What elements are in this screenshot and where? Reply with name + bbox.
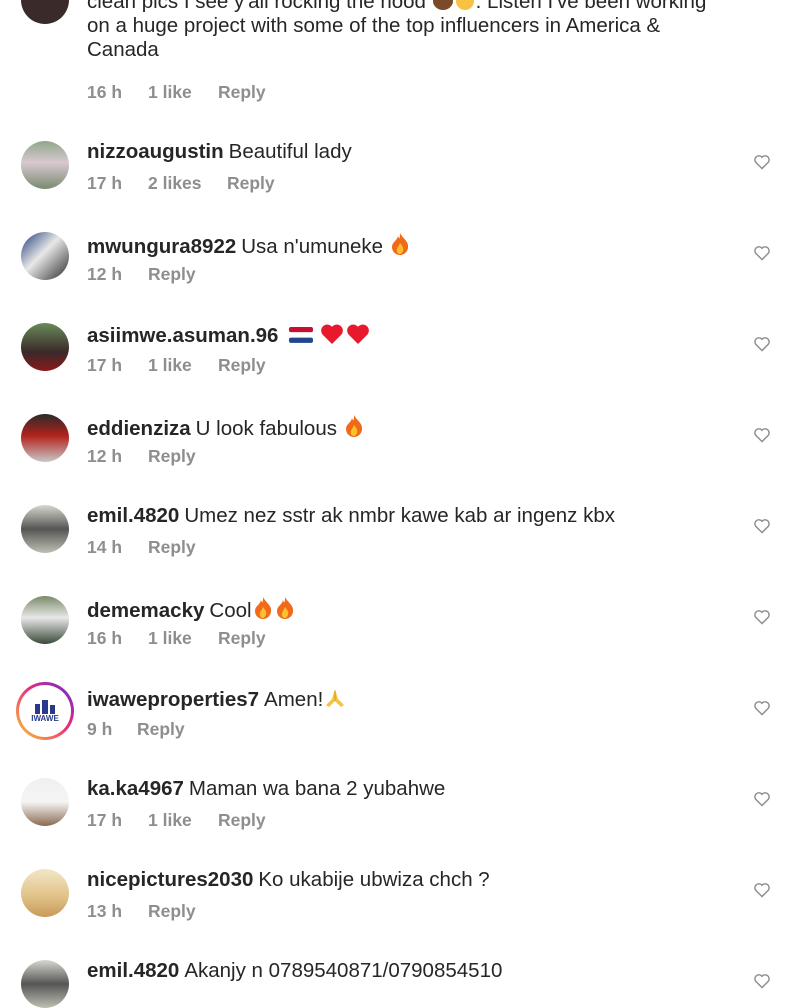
comment-text: Ko ukabije ubwiza chch ? [258,868,490,891]
avatar[interactable] [21,596,69,644]
comment-text-line1: clean pics I see y'all rocking the hood [87,0,426,13]
avatar-logo-text: IWAWE [31,713,59,723]
comment-username[interactable]: dememacky [87,599,204,622]
comment-text-line2: on a huge project with some of the top i… [87,14,661,37]
comment-time: 16 h [87,82,123,102]
netherlands-flag-icon [289,325,314,350]
avatar[interactable] [21,414,69,462]
comment-username[interactable]: emil.4820 [87,504,179,527]
comment-time: 14 h [87,537,123,557]
comment-time: 17 h [87,355,123,375]
avatar[interactable] [21,232,69,280]
comment-time: 9 h [87,719,113,739]
heart-icon[interactable] [753,973,771,989]
reply-button[interactable]: Reply [148,537,196,558]
avatar[interactable] [21,869,69,917]
comment-text: Umez nez sstr ak nmbr kawe kab ar ingenz… [184,504,615,527]
comment-username[interactable]: nicepictures2030 [87,868,253,891]
comment-time: 16 h [87,628,123,648]
avatar: IWAWE [19,685,71,737]
heart-icon[interactable] [753,700,771,716]
reply-button[interactable]: Reply [137,719,185,740]
reply-button[interactable]: Reply [218,355,266,376]
red-heart-icon [319,323,345,350]
comment-username[interactable]: nizzoaugustin [87,140,224,163]
fire-emoji-icon [389,232,411,261]
building-logo-icon [35,699,55,714]
comment-username[interactable]: eddienziza [87,417,191,440]
avatar-story-ring[interactable]: IWAWE [16,682,74,740]
comment-username[interactable]: asiimwe.asuman.96 [87,324,278,347]
comment-time: 13 h [87,901,123,921]
avatar[interactable] [21,778,69,826]
reply-button[interactable]: Reply [148,446,196,467]
comment-text: Beautiful lady [228,140,352,163]
heart-icon[interactable] [753,518,771,534]
reply-button[interactable]: Reply [218,810,266,831]
reply-button[interactable]: Reply [148,264,196,285]
heart-icon[interactable] [753,882,771,898]
comment-time: 12 h [87,446,123,466]
avatar[interactable] [21,505,69,553]
like-count[interactable]: 2 likes [148,173,202,194]
fire-emoji-icon [274,596,296,625]
like-count[interactable]: 1 like [148,628,192,649]
comment-text-line3: Canada [87,38,159,61]
comment-username[interactable]: iwaweproperties7 [87,688,259,711]
comment-text: Amen! [264,688,324,711]
heart-icon[interactable] [753,336,771,352]
reply-button[interactable]: Reply [227,173,275,194]
avatar[interactable] [21,0,69,24]
comment-time: 12 h [87,264,123,284]
comment-username[interactable]: mwungura8922 [87,235,236,258]
reply-button[interactable]: Reply [148,901,196,922]
comment-username[interactable]: emil.4820 [87,959,179,982]
heart-icon[interactable] [753,427,771,443]
comment-text: Usa n'umuneke [241,235,384,258]
reply-button[interactable]: Reply [218,628,266,649]
like-count[interactable]: 1 like [148,810,192,831]
avatar[interactable] [21,960,69,1008]
heart-icon[interactable] [753,791,771,807]
fire-emoji-icon [343,414,365,443]
heart-icon[interactable] [753,245,771,261]
like-count[interactable]: 1 like [148,355,192,376]
red-heart-icon [345,323,371,350]
heart-icon[interactable] [753,154,771,170]
like-count[interactable]: 1 like [148,82,192,103]
avatar[interactable] [21,141,69,189]
reply-button[interactable]: Reply [218,82,266,103]
fire-emoji-icon [252,596,274,625]
comment-time: 17 h [87,173,123,193]
heart-icon[interactable] [753,609,771,625]
comment-text: Maman wa bana 2 yubahwe [188,777,446,800]
avatar[interactable] [21,323,69,371]
comment-text: Akanjy n 0789540871/0790854510 [184,959,503,982]
comment-text: Cool [209,599,252,622]
comment-text: U look fabulous [195,417,337,440]
comment-username[interactable]: ka.ka4967 [87,777,184,800]
folded-hands-emoji-icon [323,687,347,714]
comment-text-line1b: . Listen I've been working [475,0,707,13]
comment-time: 17 h [87,810,123,830]
